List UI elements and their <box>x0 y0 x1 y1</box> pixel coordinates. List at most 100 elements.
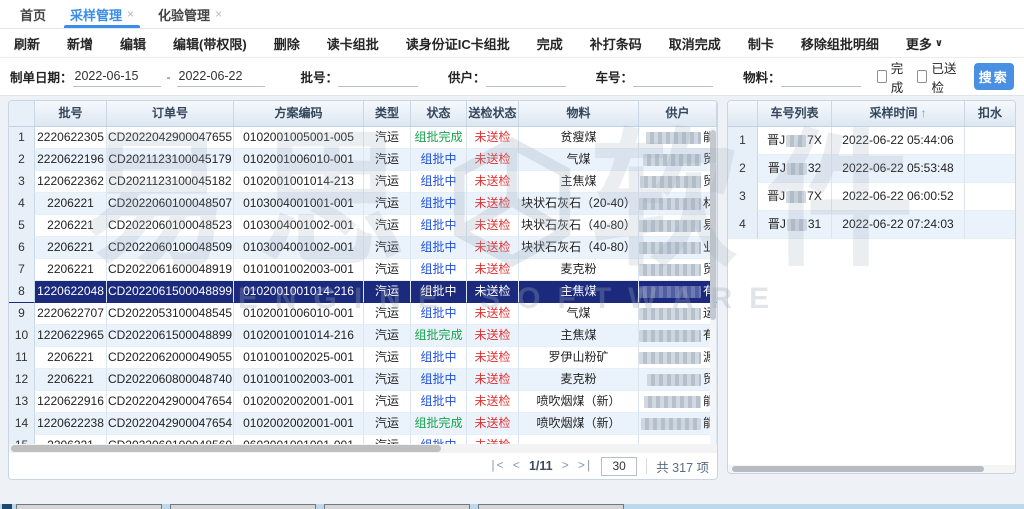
table-row[interactable]: 112206221CD20220620000490550101001002025… <box>9 347 717 369</box>
vehicle-row[interactable]: 2晋J322022-06-22 05:53:48 <box>728 155 1015 183</box>
toolbar-button[interactable]: 更多∨ <box>906 34 943 53</box>
table-row[interactable]: 72206221CD20220616000489190101001002003-… <box>9 259 717 281</box>
table-row[interactable]: 141220622238CD20220429000476540102002002… <box>9 413 717 435</box>
vehicle-row[interactable]: 1晋J7X2022-06-22 05:44:06 <box>728 127 1015 155</box>
table-row[interactable]: 81220622048CD202206150004889901020010010… <box>9 281 717 303</box>
cell-rownum: 1 <box>9 127 35 149</box>
header-plate[interactable]: 车号列表 <box>758 101 832 126</box>
batch-input[interactable] <box>338 67 418 87</box>
taskbar-window-button[interactable] <box>324 504 470 509</box>
cell-rownum: 11 <box>9 347 35 369</box>
vertical-scrollbar-thumb[interactable] <box>710 130 716 320</box>
toolbar-button[interactable]: 读卡组批 <box>327 34 379 53</box>
date-from-input[interactable] <box>73 67 161 87</box>
vertical-scrollbar[interactable] <box>710 128 716 444</box>
column-header[interactable]: 批号 <box>35 101 107 126</box>
column-header[interactable]: 供户 <box>639 101 717 126</box>
vehicle-horizontal-scrollbar-thumb[interactable] <box>732 466 984 472</box>
toolbar-button[interactable]: 刷新 <box>14 34 40 53</box>
toolbar-button[interactable]: 补打条码 <box>590 34 642 53</box>
prev-page-button[interactable]: < <box>513 459 520 473</box>
vehicle-table-header: 车号列表 采样时间↑ 扣水 <box>728 101 1015 127</box>
toolbar-button[interactable]: 移除组批明细 <box>801 34 879 53</box>
toolbar-button[interactable]: 删除 <box>274 34 300 53</box>
cell-order: CD2022042900047654 <box>107 413 234 435</box>
toolbar-button[interactable]: 新增 <box>67 34 93 53</box>
batch-label: 批号： <box>301 67 339 86</box>
cell-material: 主焦煤 <box>519 281 639 303</box>
cell-batch: 2206221 <box>35 215 107 237</box>
tab-close-icon[interactable]: × <box>215 7 222 21</box>
column-header[interactable]: 订单号 <box>107 101 234 126</box>
taskbar-window-button[interactable] <box>478 504 624 509</box>
material-input[interactable] <box>781 67 861 87</box>
vehicle-horizontal-scrollbar[interactable] <box>728 465 1015 473</box>
table-row[interactable]: 152206221CD20220601000485600602001001001… <box>9 435 717 444</box>
table-row[interactable]: 52206221CD20220601000485230103004001002-… <box>9 215 717 237</box>
date-to-input[interactable] <box>177 67 265 87</box>
tab-label: 化验管理 <box>158 5 210 24</box>
last-page-button[interactable]: >| <box>578 459 592 473</box>
table-row[interactable]: 92220622707CD202205310004854501020010060… <box>9 303 717 325</box>
page-size-input[interactable] <box>601 457 637 476</box>
toolbar-button[interactable]: 取消完成 <box>669 34 721 53</box>
cell-deduct <box>965 211 1015 239</box>
taskbar-window-button[interactable] <box>16 504 162 509</box>
toolbar-button[interactable]: 编辑(带权限) <box>173 34 247 53</box>
vehicle-table-panel: 车号列表 采样时间↑ 扣水 1晋J7X2022-06-22 05:44:062晋… <box>727 100 1016 474</box>
search-button[interactable]: 搜索 <box>974 63 1014 90</box>
horizontal-scrollbar-thumb[interactable] <box>11 445 441 452</box>
vehicle-row[interactable]: 3晋J7X2022-06-22 06:00:52 <box>728 183 1015 211</box>
column-header[interactable]: 类型 <box>364 101 411 126</box>
toolbar-button[interactable]: 制卡 <box>748 34 774 53</box>
cell-plan: 0102001001014-216 <box>234 281 364 303</box>
cell-sampling-time: 2022-06-22 05:53:48 <box>832 155 965 183</box>
cell-plate: 晋J7X <box>758 127 832 155</box>
table-row[interactable]: 22220622196CD202112310004517901020010060… <box>9 149 717 171</box>
next-page-button[interactable]: > <box>562 459 569 473</box>
cell-status: 组批完成 <box>411 413 467 435</box>
column-header[interactable]: 方案编码 <box>234 101 364 126</box>
table-row[interactable]: 42206221CD20220601000485070103004001001-… <box>9 193 717 215</box>
table-row[interactable]: 12220622305CD202204290004765501020010050… <box>9 127 717 149</box>
table-row[interactable]: 131220622916CD20220429000476540102002002… <box>9 391 717 413</box>
toolbar-button[interactable]: 读身份证IC卡组批 <box>406 34 510 53</box>
cell-rownum: 6 <box>9 237 35 259</box>
supplier-input[interactable] <box>486 67 566 87</box>
inspected-checkbox-box[interactable] <box>917 70 927 83</box>
column-header[interactable]: 送检状态 <box>467 101 519 126</box>
header-deduct[interactable]: 扣水 <box>965 101 1015 126</box>
toolbar-button-label: 编辑(带权限) <box>173 34 247 53</box>
table-row[interactable]: 122206221CD20220608000487400101001002003… <box>9 369 717 391</box>
toolbar: 刷新 新增 编辑 编辑(带权限) 删除 读卡组批 读身份证IC卡组批 完成 补打条码 取消完成 制卡… <box>0 29 1024 58</box>
cell-order: CD2021123100045179 <box>107 149 234 171</box>
column-header[interactable]: 物料 <box>519 101 639 126</box>
cell-supplier: 有 <box>639 281 717 303</box>
tab-active[interactable]: 采样管理× <box>58 0 146 28</box>
first-page-button[interactable]: |< <box>489 459 503 473</box>
toolbar-button[interactable]: 编辑 <box>120 34 146 53</box>
table-row[interactable]: 101220622965CD20220615000488990102001001… <box>9 325 717 347</box>
column-header[interactable]: 状态 <box>411 101 467 126</box>
header-sampling-time[interactable]: 采样时间↑ <box>832 101 965 126</box>
complete-checkbox[interactable]: 完成 <box>877 58 910 96</box>
inspected-checkbox[interactable]: 已送检 <box>917 58 959 96</box>
taskbar-window-button[interactable] <box>170 504 316 509</box>
complete-checkbox-box[interactable] <box>877 70 887 83</box>
cell-batch: 2206221 <box>35 435 107 444</box>
tab-close-icon[interactable]: × <box>127 7 134 21</box>
cell-type: 汽运 <box>364 215 411 237</box>
tab-item[interactable]: 首页 <box>8 0 58 28</box>
cell-deduct <box>965 127 1015 155</box>
batch-table-body: 12220622305CD202204290004765501020010050… <box>9 127 717 444</box>
table-row[interactable]: 62206221CD20220601000485090103004001002-… <box>9 237 717 259</box>
vehicle-input[interactable] <box>633 67 713 87</box>
cell-inspect-status: 未送检 <box>467 325 519 347</box>
toolbar-button[interactable]: 完成 <box>537 34 563 53</box>
cell-supplier: 贸 <box>639 149 717 171</box>
vehicle-row[interactable]: 4晋J312022-06-22 07:24:03 <box>728 211 1015 239</box>
tab-item[interactable]: 化验管理 × <box>146 0 234 28</box>
cell-material: 麦克粉 <box>519 369 639 391</box>
horizontal-scrollbar[interactable] <box>9 444 717 453</box>
table-row[interactable]: 31220622362CD202112310004518201020010010… <box>9 171 717 193</box>
